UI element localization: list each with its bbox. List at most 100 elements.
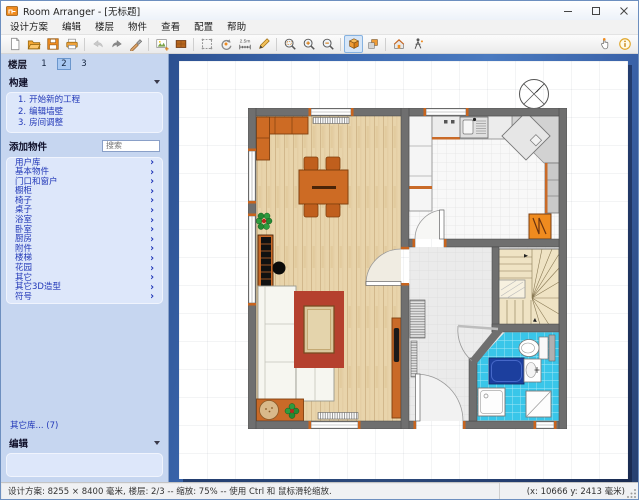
toolbar-separator [340, 38, 341, 51]
build-step-label: 房间调整 [29, 119, 63, 129]
info-button[interactable] [615, 35, 634, 53]
chevron-right-icon [150, 292, 154, 303]
floor-tab[interactable]: 1 [37, 58, 51, 70]
svg-text:2.5m: 2.5m [239, 39, 250, 45]
redo-button[interactable] [107, 35, 126, 53]
rotate-object-button[interactable] [216, 35, 235, 53]
toolbar-separator [193, 38, 194, 51]
print-button[interactable] [62, 35, 81, 53]
build-section-header[interactable]: 构建 [1, 72, 168, 90]
floor-tabs: 123 [37, 58, 91, 70]
maximize-icon [591, 6, 601, 16]
touch-pointer-button[interactable] [596, 35, 615, 53]
window [309, 421, 361, 429]
dining-chair[interactable] [304, 204, 318, 217]
living-door-leaf [366, 282, 401, 286]
view-3d-button[interactable] [344, 35, 363, 53]
canvas-area[interactable] [169, 54, 638, 482]
undo-icon [91, 37, 105, 51]
radiator[interactable] [313, 118, 349, 124]
insert-image-button[interactable] [152, 35, 171, 53]
transform-button[interactable] [197, 35, 216, 53]
build-step[interactable]: 3. 房间调整 [6, 118, 163, 130]
black-ball[interactable] [273, 262, 286, 275]
white-sofa[interactable] [258, 286, 296, 401]
build-step-number: 2. [18, 108, 26, 118]
floor-tab[interactable]: 2 [57, 58, 71, 70]
collapse-icon[interactable] [154, 80, 160, 84]
floor-tab[interactable]: 3 [77, 58, 91, 70]
zoom-region-button[interactable] [280, 35, 299, 53]
walkthrough-button[interactable] [389, 35, 408, 53]
menu-item[interactable]: 查看 [154, 20, 187, 35]
staircase[interactable] [499, 249, 559, 331]
texture-button[interactable] [171, 35, 190, 53]
category-label: 符号 [15, 293, 32, 303]
undo-button[interactable] [88, 35, 107, 53]
style-brush-button[interactable] [126, 35, 145, 53]
minimize-icon [563, 6, 573, 16]
build-step[interactable]: 2. 编辑墙壁 [6, 107, 163, 119]
round-side-table[interactable] [260, 401, 279, 420]
view-3d-objects-button[interactable] [363, 35, 382, 53]
view-3d-objects-icon [366, 37, 380, 51]
dining-chair[interactable] [326, 157, 340, 170]
shower-tray[interactable] [478, 388, 505, 416]
measure-button[interactable]: 2.5m [235, 35, 254, 53]
maximize-button[interactable] [582, 1, 610, 20]
dining-chair[interactable] [326, 204, 340, 217]
status-bar: 设计方案: 8255 × 8400 毫米, 楼层: 2/3 -- 缩放: 75%… [1, 482, 638, 499]
touch-pointer-icon [599, 37, 613, 51]
radiator[interactable] [318, 413, 358, 420]
collapse-icon[interactable] [154, 441, 160, 445]
zoom-in-button[interactable] [299, 35, 318, 53]
zoom-out-button[interactable] [318, 35, 337, 53]
sidebar: 楼层 123 构建 1. 开始新的工程 2. [1, 54, 169, 482]
toilet-tank[interactable] [539, 337, 548, 359]
menu-item[interactable]: 楼层 [88, 20, 121, 35]
menu-item[interactable]: 配置 [187, 20, 220, 35]
resize-grip[interactable] [627, 488, 637, 498]
fridge[interactable] [529, 214, 551, 239]
other-libraries-link[interactable]: 其它库... (7) [1, 417, 168, 433]
build-step[interactable]: 1. 开始新的工程 [6, 95, 163, 107]
toilet-panel[interactable] [549, 335, 555, 361]
potted-plant[interactable] [256, 213, 272, 230]
edit-section-header[interactable]: 编辑 [1, 433, 168, 451]
status-coordinates: (x: 10666 y: 2413 毫米) [500, 483, 638, 499]
walk-mode-button[interactable] [408, 35, 427, 53]
drawing-page[interactable] [179, 61, 628, 479]
draw-walls-button[interactable] [254, 35, 273, 53]
front-door-leaf [416, 374, 421, 421]
app-icon [6, 5, 18, 17]
new-file-button[interactable] [5, 35, 24, 53]
floor-plan[interactable] [248, 108, 567, 429]
zoom-out-icon [321, 37, 335, 51]
minimize-button[interactable] [554, 1, 582, 20]
toolbar-separator [276, 38, 277, 51]
insert-image-icon [155, 37, 169, 51]
open-file-button[interactable] [24, 35, 43, 53]
menu-bar: 设计方案编辑楼层物件查看配置帮助 [1, 20, 638, 35]
dining-chair[interactable] [304, 157, 318, 170]
save-button[interactable] [43, 35, 62, 53]
menu-item[interactable]: 编辑 [55, 20, 88, 35]
add-objects-search-input[interactable] [102, 140, 160, 152]
close-button[interactable] [610, 1, 638, 20]
hall-shelf-radiator[interactable] [410, 300, 425, 338]
walk-mode-icon [411, 37, 425, 51]
edit-title: 编辑 [9, 436, 28, 450]
floors-row: 楼层 123 [1, 54, 168, 72]
menu-item[interactable]: 物件 [121, 20, 154, 35]
window-title: Room Arranger - [无标题] [23, 4, 140, 18]
title-bar: Room Arranger - [无标题] [1, 1, 638, 20]
window [424, 108, 469, 116]
hall-radiator[interactable] [411, 341, 417, 377]
window [248, 149, 256, 204]
kitchen-tall-cabinets[interactable] [409, 116, 432, 211]
category-item[interactable]: 符号 [6, 293, 163, 303]
menu-item[interactable]: 帮助 [220, 20, 253, 35]
toilet-bowl[interactable] [519, 340, 539, 357]
menu-item[interactable]: 设计方案 [3, 20, 55, 35]
tv [394, 328, 399, 362]
